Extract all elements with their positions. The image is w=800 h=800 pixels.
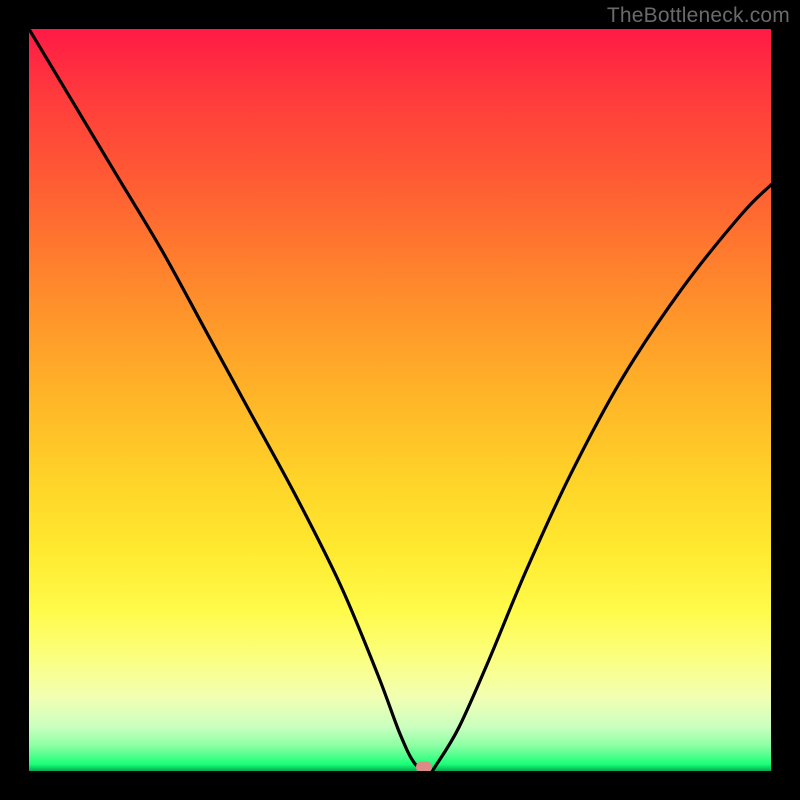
bottleneck-curve	[29, 29, 771, 771]
optimal-point-marker	[416, 762, 432, 772]
outer-frame: TheBottleneck.com	[0, 0, 800, 800]
plot-area	[29, 29, 771, 771]
watermark-text: TheBottleneck.com	[607, 4, 790, 28]
